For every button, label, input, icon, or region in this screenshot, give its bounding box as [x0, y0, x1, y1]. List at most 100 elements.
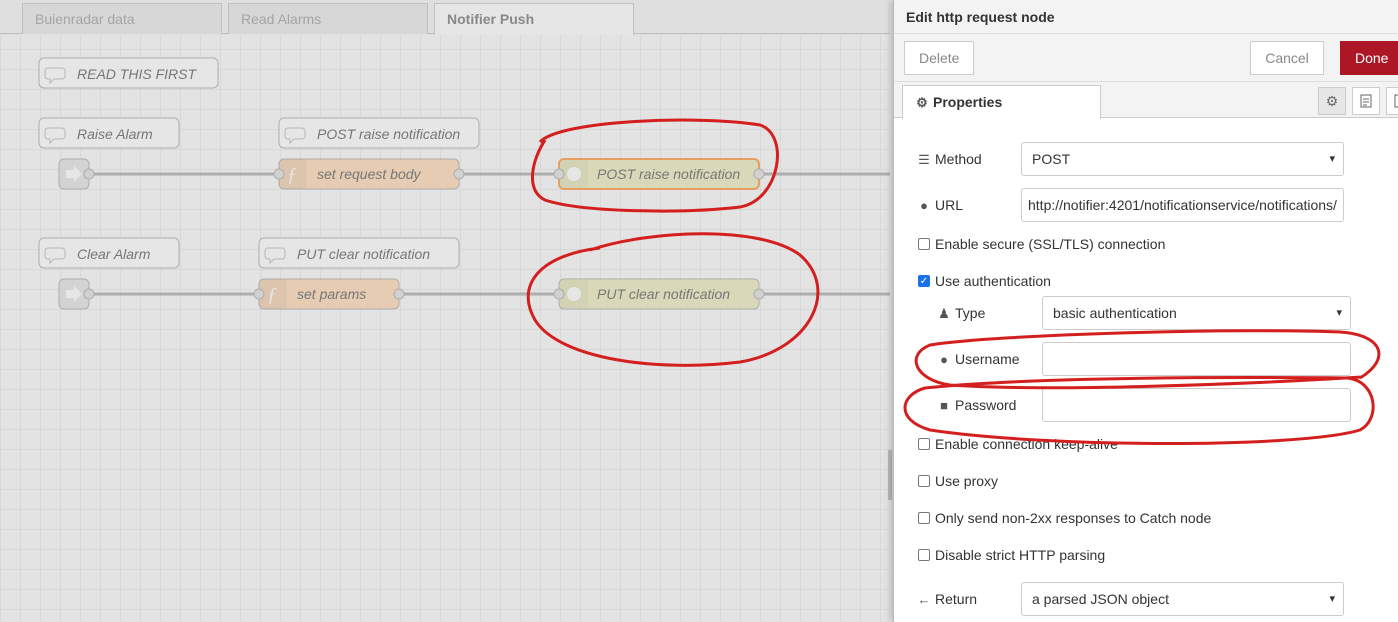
comment-label: POST raise notification	[317, 126, 460, 142]
auth-type-label: ♟ Type	[937, 296, 985, 330]
input-port	[253, 288, 265, 300]
comment-node-raise-alarm[interactable]: Raise Alarm	[38, 117, 180, 149]
input-port	[273, 168, 285, 180]
strict-http-option[interactable]: Disable strict HTTP parsing	[918, 545, 1105, 565]
node-label: set request body	[317, 166, 422, 182]
use-authentication-option[interactable]: ✓ Use authentication	[918, 271, 1051, 291]
auth-type-label-text: Type	[955, 305, 986, 321]
return-row: ← Return a parsed JSON object ▾	[894, 582, 1398, 616]
dialog-tab-bar: ⚙ Properties ⚙	[894, 82, 1398, 119]
method-label: ☰ Method	[917, 142, 982, 176]
comment-node-clear-alarm[interactable]: Clear Alarm	[38, 237, 180, 269]
link-in-node-raise[interactable]	[58, 158, 95, 190]
input-port	[553, 168, 565, 180]
function-icon: ƒ	[287, 164, 297, 186]
non-2xx-checkbox[interactable]	[918, 512, 930, 524]
return-value: a parsed JSON object	[1032, 591, 1169, 607]
method-value: POST	[1032, 151, 1071, 167]
comment-label: READ THIS FIRST	[77, 66, 197, 82]
cancel-button[interactable]: Cancel	[1250, 41, 1324, 75]
dialog-title: Edit http request node	[894, 0, 1398, 34]
sidebar-resize-handle[interactable]	[888, 450, 892, 500]
output-port	[393, 288, 405, 300]
output-port	[83, 168, 95, 180]
comment-node-post-raise-notification[interactable]: POST raise notification	[278, 117, 480, 149]
return-label: ← Return	[917, 582, 978, 616]
method-row: ☰ Method POST ▾	[894, 142, 1398, 176]
comment-label: PUT clear notification	[297, 246, 430, 262]
http-request-node-post-raise[interactable]: POST raise notification	[553, 158, 765, 190]
edit-node-dialog: Edit http request node Delete Cancel Don…	[893, 0, 1398, 622]
node-label: PUT clear notification	[597, 286, 730, 302]
username-label-text: Username	[955, 351, 1020, 367]
url-row: ● URL http://notifier:4201/notificationse…	[894, 188, 1398, 222]
use-proxy-checkbox[interactable]	[918, 475, 930, 487]
method-select[interactable]: POST ▾	[1021, 142, 1344, 176]
output-port	[753, 168, 765, 180]
delete-button[interactable]: Delete	[904, 41, 974, 75]
user-icon: ●	[940, 352, 948, 367]
enable-secure-option[interactable]: Enable secure (SSL/TLS) connection	[918, 234, 1165, 254]
auth-type-select[interactable]: basic authentication ▾	[1042, 296, 1351, 330]
appearance-tab-button[interactable]	[1386, 87, 1398, 115]
password-row: ■ Password	[894, 388, 1398, 422]
return-select[interactable]: a parsed JSON object ▾	[1021, 582, 1344, 616]
input-port	[553, 288, 565, 300]
function-node-set-request-body[interactable]: ƒ set request body	[273, 158, 465, 190]
comment-node-put-clear-notification[interactable]: PUT clear notification	[258, 237, 460, 269]
password-input[interactable]	[1042, 388, 1351, 422]
user-secret-icon: ♟	[938, 306, 950, 321]
use-proxy-label: Use proxy	[935, 473, 999, 489]
use-authentication-label: Use authentication	[935, 273, 1051, 289]
password-label-text: Password	[955, 397, 1017, 413]
node-label: set params	[297, 286, 366, 302]
return-label-text: Return	[935, 591, 978, 607]
chevron-down-icon: ▾	[1336, 307, 1342, 319]
chevron-down-icon: ▾	[1329, 153, 1335, 165]
use-authentication-checkbox[interactable]: ✓	[918, 275, 930, 287]
lock-icon: ■	[940, 398, 948, 413]
strict-http-checkbox[interactable]	[918, 549, 930, 561]
non-2xx-option[interactable]: Only send non-2xx responses to Catch nod…	[918, 508, 1211, 528]
flow-diagram: READ THIS FIRST Raise Alarm POST raise n…	[38, 57, 890, 310]
done-button[interactable]: Done	[1340, 41, 1398, 75]
keep-alive-checkbox[interactable]	[918, 438, 930, 450]
globe-icon: ●	[920, 198, 928, 213]
properties-tab-button[interactable]: ⚙	[1318, 87, 1346, 115]
enable-secure-checkbox[interactable]	[918, 238, 930, 250]
description-tab-button[interactable]	[1352, 87, 1380, 115]
link-in-node-clear[interactable]	[58, 278, 95, 310]
appearance-icon	[1394, 94, 1398, 108]
url-label: ● URL	[917, 188, 963, 222]
arrow-left-icon: ←	[917, 592, 931, 607]
use-proxy-option[interactable]: Use proxy	[918, 471, 998, 491]
tab-properties-label: Properties	[933, 94, 1003, 110]
flow-workspace[interactable]: Buienradar data Read Alarms Notifier Pus…	[0, 0, 890, 622]
http-request-node-put-clear[interactable]: PUT clear notification	[553, 278, 765, 310]
non-2xx-label: Only send non-2xx responses to Catch nod…	[935, 510, 1212, 526]
output-port	[83, 288, 95, 300]
username-label: ● Username	[937, 342, 1020, 376]
function-node-set-params[interactable]: ƒ set params	[253, 278, 405, 310]
auth-type-value: basic authentication	[1053, 305, 1177, 321]
method-label-text: Method	[935, 151, 982, 167]
username-row: ● Username	[894, 342, 1398, 376]
enable-secure-label: Enable secure (SSL/TLS) connection	[935, 236, 1166, 252]
output-port	[753, 288, 765, 300]
file-text-icon	[1360, 94, 1372, 108]
url-input[interactable]: http://notifier:4201/notificationservice…	[1021, 188, 1344, 222]
globe-icon	[567, 167, 581, 181]
comment-node-read-this-first[interactable]: READ THIS FIRST	[38, 57, 219, 89]
username-input[interactable]	[1042, 342, 1351, 376]
function-icon: ƒ	[267, 284, 277, 306]
comment-label: Clear Alarm	[77, 246, 151, 262]
auth-type-row: ♟ Type basic authentication ▾	[894, 296, 1398, 330]
strict-http-label: Disable strict HTTP parsing	[935, 547, 1106, 563]
tab-properties[interactable]: ⚙ Properties	[902, 85, 1101, 119]
url-label-text: URL	[935, 197, 964, 213]
globe-icon	[567, 287, 581, 301]
password-label: ■ Password	[937, 388, 1016, 422]
keep-alive-option[interactable]: Enable connection keep-alive	[918, 434, 1118, 454]
list-icon: ☰	[918, 152, 930, 167]
node-label: POST raise notification	[597, 166, 740, 182]
